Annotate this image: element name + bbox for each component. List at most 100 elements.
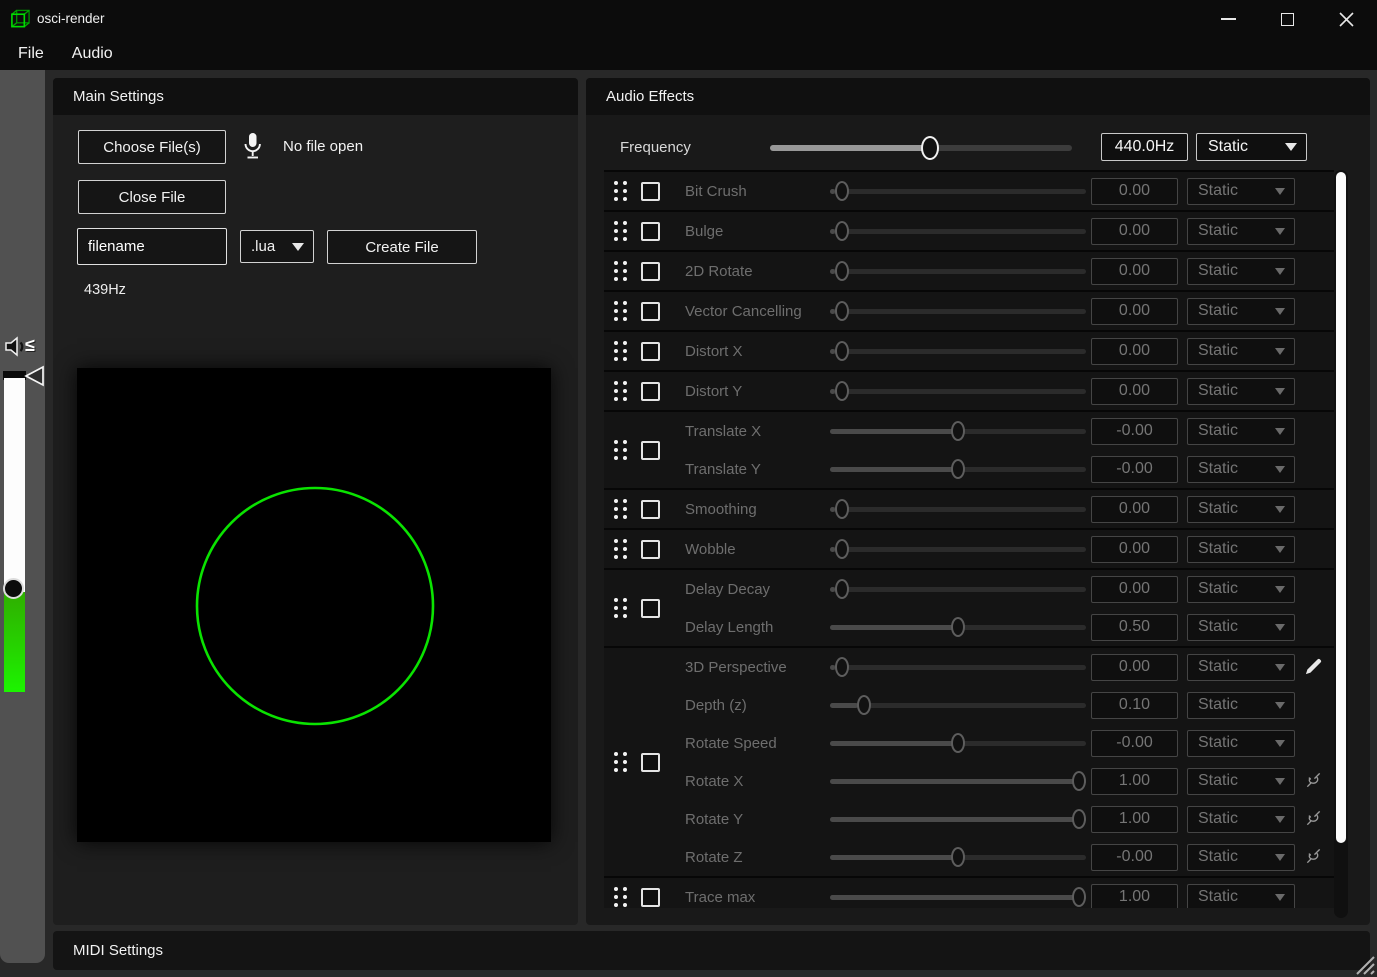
slider-knob[interactable] [951, 733, 965, 753]
effect-value-box[interactable]: 0.00 [1091, 298, 1178, 325]
midi-settings-panel[interactable]: MIDI Settings [53, 931, 1370, 970]
effects-scrollbar-thumb[interactable] [1336, 172, 1346, 843]
drag-handle-icon[interactable] [614, 499, 627, 519]
slider-knob[interactable] [951, 847, 965, 867]
effect-mode-dropdown[interactable]: Static [1187, 654, 1295, 681]
slider-knob[interactable] [1072, 771, 1086, 791]
effect-value-box[interactable]: -0.00 [1091, 456, 1178, 483]
frequency-mode-dropdown[interactable]: Static [1196, 133, 1307, 161]
effect-enable-checkbox[interactable] [641, 342, 660, 361]
effect-slider[interactable] [830, 260, 1086, 282]
effect-enable-checkbox[interactable] [641, 182, 660, 201]
effect-value-box[interactable]: 0.50 [1091, 614, 1178, 641]
slider-knob[interactable] [835, 341, 849, 361]
drag-handle-icon[interactable] [614, 341, 627, 361]
effect-slider[interactable] [830, 498, 1086, 520]
drag-handle-icon[interactable] [614, 539, 627, 559]
effect-mode-dropdown[interactable]: Static [1187, 576, 1295, 603]
rotate-axis-icon[interactable] [1304, 771, 1324, 791]
effect-slider[interactable] [830, 694, 1086, 716]
effect-enable-checkbox[interactable] [641, 441, 660, 460]
slider-knob[interactable] [1072, 809, 1086, 829]
microphone-icon[interactable] [242, 131, 263, 166]
effect-value-box[interactable]: 0.10 [1091, 692, 1178, 719]
slider-knob[interactable] [835, 499, 849, 519]
drag-handle-icon[interactable] [614, 181, 627, 201]
effect-value-box[interactable]: -0.00 [1091, 844, 1178, 871]
effect-mode-dropdown[interactable]: Static [1187, 768, 1295, 795]
effect-value-box[interactable]: 1.00 [1091, 768, 1178, 795]
effect-enable-checkbox[interactable] [641, 222, 660, 241]
effect-slider[interactable] [830, 300, 1086, 322]
effect-enable-checkbox[interactable] [641, 262, 660, 281]
extension-select[interactable]: .lua [240, 230, 314, 263]
effect-value-box[interactable]: -0.00 [1091, 730, 1178, 757]
drag-handle-icon[interactable] [614, 887, 627, 907]
volume-marker-triangle[interactable] [24, 365, 45, 392]
effect-mode-dropdown[interactable]: Static [1187, 614, 1295, 641]
effect-slider[interactable] [830, 732, 1086, 754]
slider-knob[interactable] [835, 301, 849, 321]
effect-slider[interactable] [830, 340, 1086, 362]
drag-handle-icon[interactable] [614, 301, 627, 321]
effect-value-box[interactable]: 0.00 [1091, 654, 1178, 681]
slider-knob[interactable] [835, 261, 849, 281]
effect-mode-dropdown[interactable]: Static [1187, 730, 1295, 757]
minimize-button[interactable] [1205, 0, 1251, 38]
rotate-axis-icon[interactable] [1304, 809, 1324, 829]
effect-enable-checkbox[interactable] [641, 599, 660, 618]
effect-value-box[interactable]: 0.00 [1091, 378, 1178, 405]
effect-mode-dropdown[interactable]: Static [1187, 536, 1295, 563]
choose-files-button[interactable]: Choose File(s) [78, 130, 226, 164]
effect-slider[interactable] [830, 420, 1086, 442]
frequency-slider-knob[interactable] [921, 136, 939, 160]
frequency-value-box[interactable]: 440.0Hz [1101, 133, 1188, 161]
effect-mode-dropdown[interactable]: Static [1187, 456, 1295, 483]
effect-slider[interactable] [830, 886, 1086, 908]
drag-handle-icon[interactable] [614, 752, 627, 772]
effect-slider[interactable] [830, 220, 1086, 242]
effect-slider[interactable] [830, 180, 1086, 202]
effect-mode-dropdown[interactable]: Static [1187, 496, 1295, 523]
effect-mode-dropdown[interactable]: Static [1187, 298, 1295, 325]
slider-knob[interactable] [951, 459, 965, 479]
effect-mode-dropdown[interactable]: Static [1187, 692, 1295, 719]
effects-scrollbar[interactable] [1334, 170, 1348, 918]
effect-enable-checkbox[interactable] [641, 500, 660, 519]
effect-enable-checkbox[interactable] [641, 888, 660, 907]
slider-knob[interactable] [835, 579, 849, 599]
close-file-button[interactable]: Close File [78, 180, 226, 214]
effect-value-box[interactable]: -0.00 [1091, 418, 1178, 445]
drag-handle-icon[interactable] [614, 221, 627, 241]
filename-input[interactable] [77, 228, 227, 265]
close-button[interactable] [1323, 0, 1369, 38]
drag-handle-icon[interactable] [614, 598, 627, 618]
effect-value-box[interactable]: 0.00 [1091, 536, 1178, 563]
slider-knob[interactable] [1072, 887, 1086, 907]
effect-slider[interactable] [830, 808, 1086, 830]
effect-mode-dropdown[interactable]: Static [1187, 178, 1295, 205]
effect-mode-dropdown[interactable]: Static [1187, 338, 1295, 365]
effect-enable-checkbox[interactable] [641, 302, 660, 321]
volume-knob[interactable] [3, 578, 24, 599]
effect-value-box[interactable]: 1.00 [1091, 884, 1178, 909]
effect-enable-checkbox[interactable] [641, 753, 660, 772]
effect-slider[interactable] [830, 846, 1086, 868]
effect-mode-dropdown[interactable]: Static [1187, 806, 1295, 833]
effect-value-box[interactable]: 0.00 [1091, 576, 1178, 603]
create-file-button[interactable]: Create File [327, 230, 477, 264]
slider-knob[interactable] [835, 381, 849, 401]
maximize-button[interactable] [1264, 0, 1310, 38]
slider-knob[interactable] [835, 539, 849, 559]
volume-slider[interactable] [4, 378, 25, 692]
slider-knob[interactable] [857, 695, 871, 715]
effect-mode-dropdown[interactable]: Static [1187, 218, 1295, 245]
slider-knob[interactable] [835, 181, 849, 201]
effect-slider[interactable] [830, 616, 1086, 638]
menu-file[interactable]: File [4, 41, 58, 67]
rotate-axis-icon[interactable] [1304, 847, 1324, 867]
effect-mode-dropdown[interactable]: Static [1187, 884, 1295, 909]
menu-audio[interactable]: Audio [58, 41, 127, 67]
effect-enable-checkbox[interactable] [641, 540, 660, 559]
edit-pencil-icon[interactable] [1304, 657, 1324, 677]
